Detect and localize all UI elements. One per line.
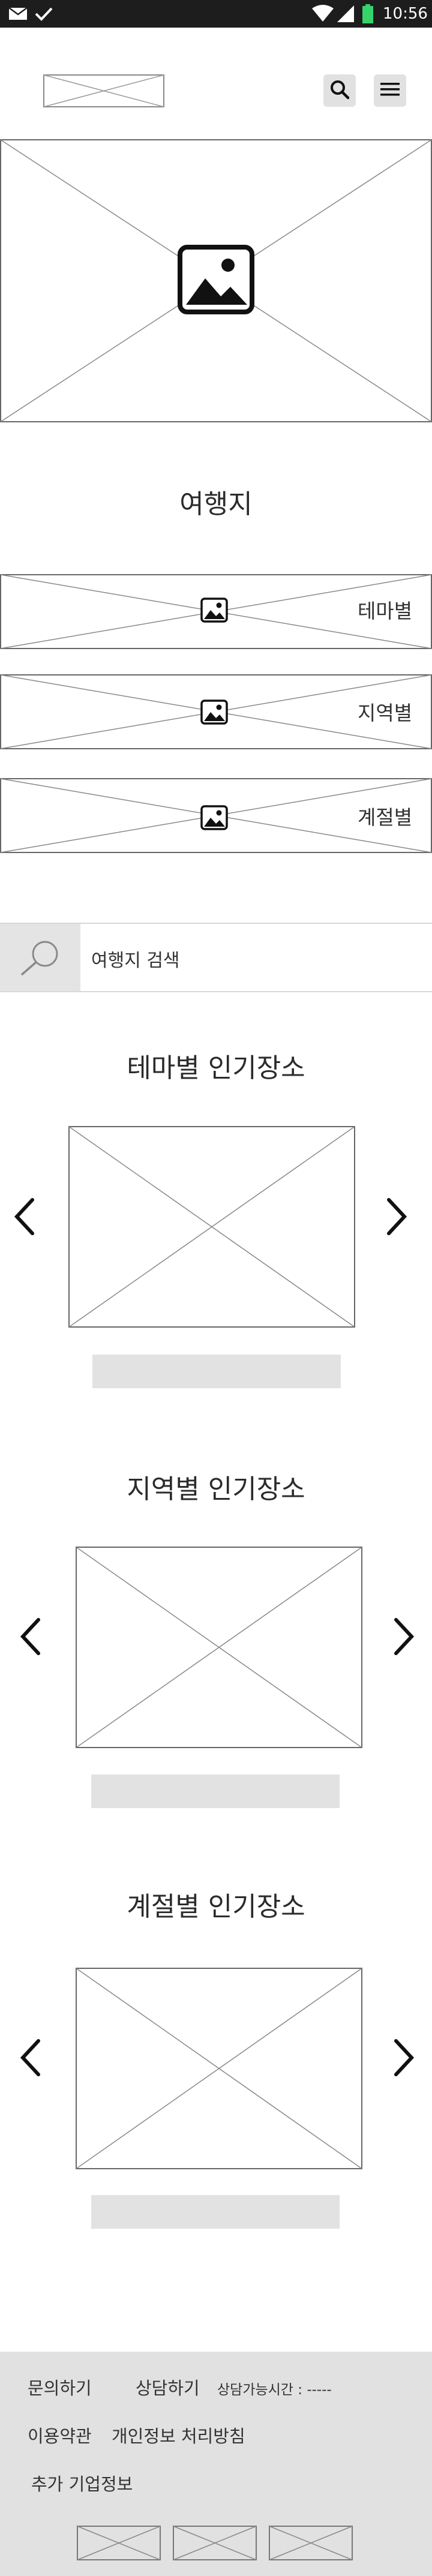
mail-icon <box>8 0 28 28</box>
chevron-right-icon <box>392 2038 416 2077</box>
footer-logo-placeholder[interactable] <box>77 2526 161 2560</box>
privacy-policy-link[interactable]: 개인정보 처리방침 <box>112 2422 245 2448</box>
terms-link[interactable]: 이용약관 <box>28 2422 92 2448</box>
carousel-next-button[interactable] <box>392 2038 416 2077</box>
carousel-caption-placeholder <box>91 2195 340 2229</box>
chevron-right-icon <box>392 1617 416 1656</box>
carousel-prev-button[interactable] <box>18 2038 42 2077</box>
region-popular-title: 지역별 인기장소 <box>127 1474 305 1505</box>
signal-icon <box>337 0 354 28</box>
chevron-left-icon <box>18 1617 42 1656</box>
footer: 문의하기 상담하기 상담가능시간 : ----- 이용약관 개인정보 처리방침 … <box>0 2352 432 2576</box>
image-icon <box>200 598 228 623</box>
category-label: 지역별 <box>358 701 413 725</box>
image-icon <box>178 245 254 314</box>
footer-logo-placeholder[interactable] <box>173 2526 257 2560</box>
check-icon <box>35 0 53 28</box>
chevron-left-icon <box>12 1197 36 1236</box>
carousel-image-placeholder[interactable] <box>76 1968 362 2169</box>
destination-search-bar[interactable]: 여행지 검색 <box>0 923 432 992</box>
destinations-title: 여행지 <box>179 489 253 520</box>
logo-placeholder[interactable] <box>43 74 164 107</box>
theme-popular-title: 테마별 인기장소 <box>127 1053 305 1083</box>
carousel-next-button[interactable] <box>392 1617 416 1656</box>
battery-icon <box>362 0 373 28</box>
carousel-next-button[interactable] <box>385 1197 409 1236</box>
status-bar: 10:56 <box>0 0 432 28</box>
search-icon <box>329 79 350 102</box>
image-icon <box>200 805 228 830</box>
contact-link[interactable]: 문의하기 <box>28 2374 92 2400</box>
menu-button[interactable] <box>374 74 406 107</box>
category-label: 테마별 <box>358 599 413 623</box>
wifi-icon <box>312 0 334 28</box>
carousel-caption-placeholder <box>92 1355 341 1388</box>
consult-hours: 상담가능시간 : ----- <box>217 2382 332 2398</box>
search-input[interactable]: 여행지 검색 <box>91 945 180 972</box>
consult-link[interactable]: 상담하기 <box>136 2374 200 2400</box>
carousel-prev-button[interactable] <box>12 1197 36 1236</box>
carousel-prev-button[interactable] <box>18 1617 42 1656</box>
chevron-right-icon <box>385 1197 409 1236</box>
carousel-image-placeholder[interactable] <box>76 1547 362 1748</box>
status-time: 10:56 <box>383 5 428 23</box>
category-label: 계절별 <box>358 806 413 829</box>
chevron-left-icon <box>18 2038 42 2077</box>
season-popular-title: 계절별 인기장소 <box>127 1892 305 1922</box>
search-icon <box>0 924 80 991</box>
footer-logo-placeholder[interactable] <box>269 2526 353 2560</box>
search-button[interactable] <box>323 74 356 107</box>
hamburger-menu-icon <box>380 82 400 100</box>
carousel-caption-placeholder <box>91 1775 340 1808</box>
carousel-image-placeholder[interactable] <box>68 1126 355 1328</box>
company-info: 추가 기업정보 <box>31 2474 133 2494</box>
image-icon <box>200 699 228 725</box>
